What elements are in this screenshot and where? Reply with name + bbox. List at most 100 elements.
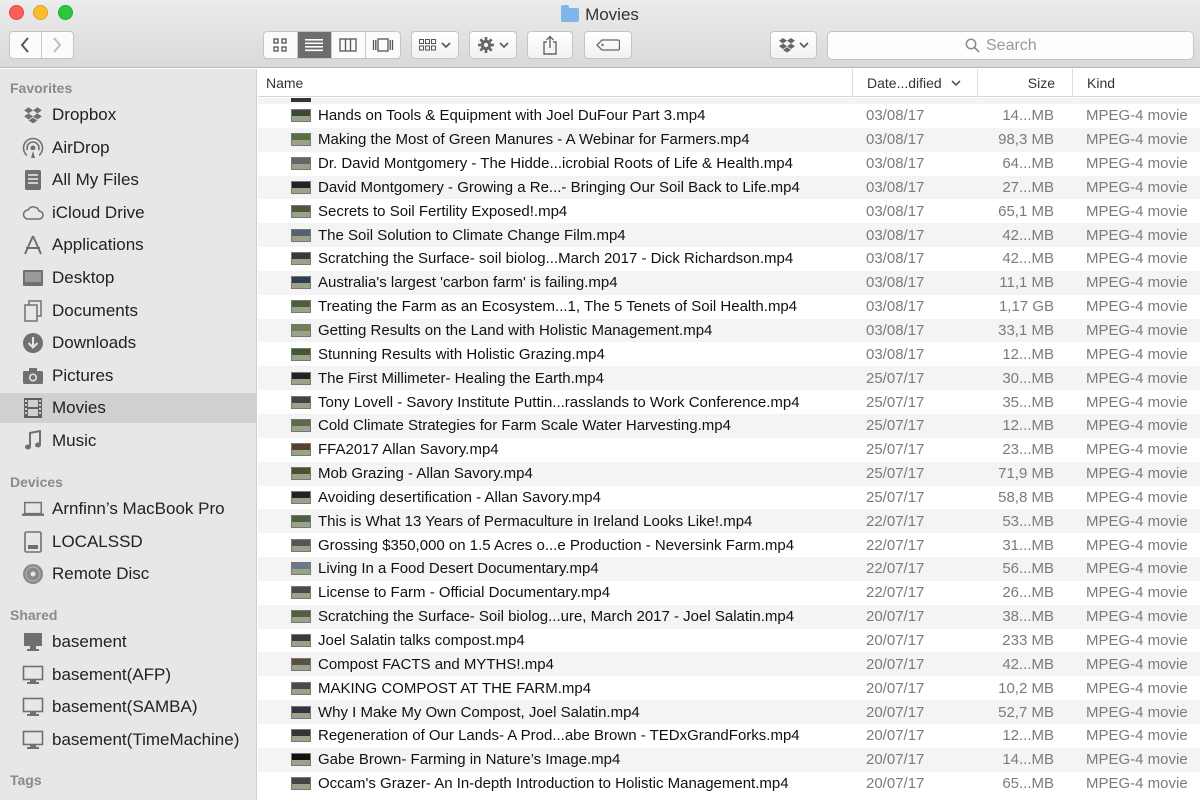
sidebar-item-basement-samba[interactable]: basement(SAMBA) — [0, 692, 256, 722]
file-date: 25/07/17 — [866, 393, 925, 411]
arrange-button[interactable] — [411, 31, 459, 59]
file-kind: MPEG-4 movie — [1086, 512, 1188, 530]
sidebar-item-basement-afp[interactable]: basement(AFP) — [0, 660, 256, 690]
file-row[interactable]: The First Millimeter- Healing the Earth.… — [258, 366, 1200, 391]
file-size: 35...MB — [1002, 393, 1054, 411]
sidebar-item-macbook-pro[interactable]: Arnfinn’s MacBook Pro — [0, 494, 256, 524]
file-row[interactable]: Joel Salatin talks compost.mp4 20/07/17 23… — [258, 629, 1200, 653]
file-row[interactable]: Living In a Food Desert Documentary.mp4 2… — [258, 557, 1200, 581]
file-row[interactable]: Grossing $350,000 on 1.5 Acres o...e Pro… — [258, 533, 1200, 557]
file-row[interactable]: This is What 13 Years of Permaculture in… — [258, 509, 1200, 534]
share-button[interactable] — [527, 31, 573, 59]
column-header-kind[interactable]: Kind — [1072, 69, 1200, 97]
file-row[interactable]: Australia's largest 'carbon farm' is fai… — [258, 270, 1200, 295]
video-thumbnail-icon — [291, 228, 311, 242]
sidebar-item-basement-timemachine[interactable]: basement(TimeMachine) — [0, 725, 256, 755]
edit-tags-button[interactable] — [584, 31, 632, 59]
list-view-button[interactable] — [297, 32, 333, 58]
file-row[interactable]: Stunning Results with Holistic Grazing.m… — [258, 342, 1200, 366]
file-row[interactable]: Mob Grazing - Allan Savory.mp4 25/07/17 71… — [258, 461, 1200, 486]
file-kind: MPEG-4 movie — [1086, 703, 1188, 721]
file-row[interactable]: Treating the Farm as an Ecosystem...1, T… — [258, 295, 1200, 319]
file-row[interactable]: Dr. David Montgomery - The Hidde...icrob… — [258, 152, 1200, 176]
file-row[interactable]: Occam's Grazer- An In-depth Introduction… — [258, 772, 1200, 796]
monitor-icon — [22, 664, 44, 686]
forward-button[interactable] — [42, 32, 73, 58]
file-kind: MPEG-4 movie — [1086, 250, 1188, 268]
dropbox-icon — [779, 38, 795, 53]
icon-view-button[interactable] — [264, 32, 298, 58]
file-row[interactable]: Getting Results on the Land with Holisti… — [258, 318, 1200, 343]
sidebar-item-all-my-files[interactable]: All My Files — [0, 165, 256, 195]
sidebar-item-icloud-drive[interactable]: iCloud Drive — [0, 198, 256, 228]
file-row[interactable]: Gabe Brown- Farming in Nature’s Image.mp… — [258, 747, 1200, 772]
gear-icon — [478, 37, 494, 53]
file-row[interactable]: David Montgomery - Growing a Re...- Brin… — [258, 175, 1200, 200]
video-thumbnail-icon — [291, 109, 311, 123]
sidebar-item-movies[interactable]: Movies — [0, 393, 256, 423]
file-row[interactable]: Tony Lovell - Savory Institute Puttin...… — [258, 390, 1200, 414]
sidebar: Favorites Dropbox AirDrop All My Files i… — [0, 69, 257, 800]
file-kind: MPEG-4 movie — [1086, 274, 1188, 292]
file-row[interactable]: FFA2017 Allan Savory.mp4 25/07/17 23...MB M… — [258, 438, 1200, 462]
video-thumbnail-icon — [291, 276, 311, 290]
column-header-name[interactable]: Name — [266, 69, 303, 97]
file-kind: MPEG-4 movie — [1086, 679, 1188, 697]
file-name: Australia's largest 'carbon farm' is fai… — [318, 274, 618, 292]
file-row[interactable]: Compost FACTS and MYTHS!.mp4 20/07/17 42..… — [258, 652, 1200, 677]
dropbox-button[interactable] — [770, 31, 817, 59]
file-name: Dr. David Montgomery - The Hidde...icrob… — [318, 155, 793, 173]
search-input[interactable] — [986, 36, 1056, 55]
action-button[interactable] — [469, 31, 517, 59]
video-thumbnail-icon — [291, 204, 311, 218]
file-size: 58,8 MB — [998, 488, 1054, 506]
file-row[interactable]: Secrets to Soil Fertility Exposed!.mp4 03… — [258, 199, 1200, 223]
file-row[interactable]: Scratching the Surface- soil biolog...Ma… — [258, 247, 1200, 271]
column-header-size[interactable]: Size — [977, 69, 1072, 97]
video-thumbnail-icon — [291, 252, 311, 266]
file-row[interactable]: License to Farm - Official Documentary.m… — [258, 581, 1200, 605]
back-button[interactable] — [10, 32, 42, 58]
sidebar-item-airdrop[interactable]: AirDrop — [0, 133, 256, 163]
file-row[interactable]: Scratching the Surface- Soil biolog...ur… — [258, 604, 1200, 629]
file-row[interactable]: MAKING COMPOST AT THE FARM.mp4 20/07/17 10… — [258, 676, 1200, 700]
file-date: 22/07/17 — [866, 584, 925, 602]
file-name: David Montgomery - Growing a Re...- Brin… — [318, 178, 800, 196]
sidebar-item-localssd[interactable]: LOCALSSD — [0, 527, 256, 557]
file-kind: MPEG-4 movie — [1086, 393, 1188, 411]
sidebar-item-remote-disc[interactable]: Remote Disc — [0, 559, 256, 589]
cover-flow-view-button[interactable] — [366, 32, 400, 58]
sidebar-item-desktop[interactable]: Desktop — [0, 263, 256, 293]
file-row[interactable]: Avoiding desertification - Allan Savory.… — [258, 486, 1200, 510]
column-view-button[interactable] — [332, 32, 366, 58]
video-thumbnail-icon — [291, 300, 311, 314]
file-row[interactable]: Cold Climate Strategies for Farm Scale W… — [258, 413, 1200, 438]
sidebar-item-dropbox[interactable]: Dropbox — [0, 100, 256, 130]
file-row[interactable]: The Soil Solution to Climate Change Film… — [258, 223, 1200, 248]
list-header: Name Date...dified Size Kind — [258, 69, 1200, 97]
sidebar-item-basement[interactable]: basement — [0, 627, 256, 657]
column-header-date-modified[interactable]: Date...dified — [852, 69, 977, 97]
sidebar-item-applications[interactable]: Applications — [0, 230, 256, 260]
file-date: 25/07/17 — [866, 417, 925, 435]
file-row[interactable]: Making the Most of Green Manures - A Web… — [258, 127, 1200, 152]
video-thumbnail-icon — [291, 98, 311, 102]
file-name: FFA2017 Allan Savory.mp4 — [318, 441, 499, 459]
sidebar-item-documents[interactable]: Documents — [0, 296, 256, 326]
sidebar-item-music[interactable]: Music — [0, 426, 256, 456]
file-kind: MPEG-4 movie — [1086, 751, 1188, 769]
camera-icon — [22, 365, 44, 387]
video-thumbnail-icon — [291, 633, 311, 647]
search-field[interactable] — [827, 31, 1194, 60]
file-row[interactable]: Why I Make My Own Compost, Joel Salatin.… — [258, 700, 1200, 724]
file-date: 25/07/17 — [866, 369, 925, 387]
video-thumbnail-icon — [291, 395, 311, 409]
file-row[interactable]: Hands on Tools & Equipment with Joel DuF… — [258, 104, 1200, 128]
file-date: 25/07/17 — [866, 441, 925, 459]
file-size: 1,17 GB — [998, 298, 1054, 316]
sidebar-item-downloads[interactable]: Downloads — [0, 328, 256, 358]
file-name: Occam's Grazer- An In-depth Introduction… — [318, 775, 789, 793]
sidebar-item-pictures[interactable]: Pictures — [0, 361, 256, 391]
file-row[interactable]: Regeneration of Our Lands- A Prod...abe … — [258, 724, 1200, 748]
icon-grid-icon — [273, 38, 287, 52]
